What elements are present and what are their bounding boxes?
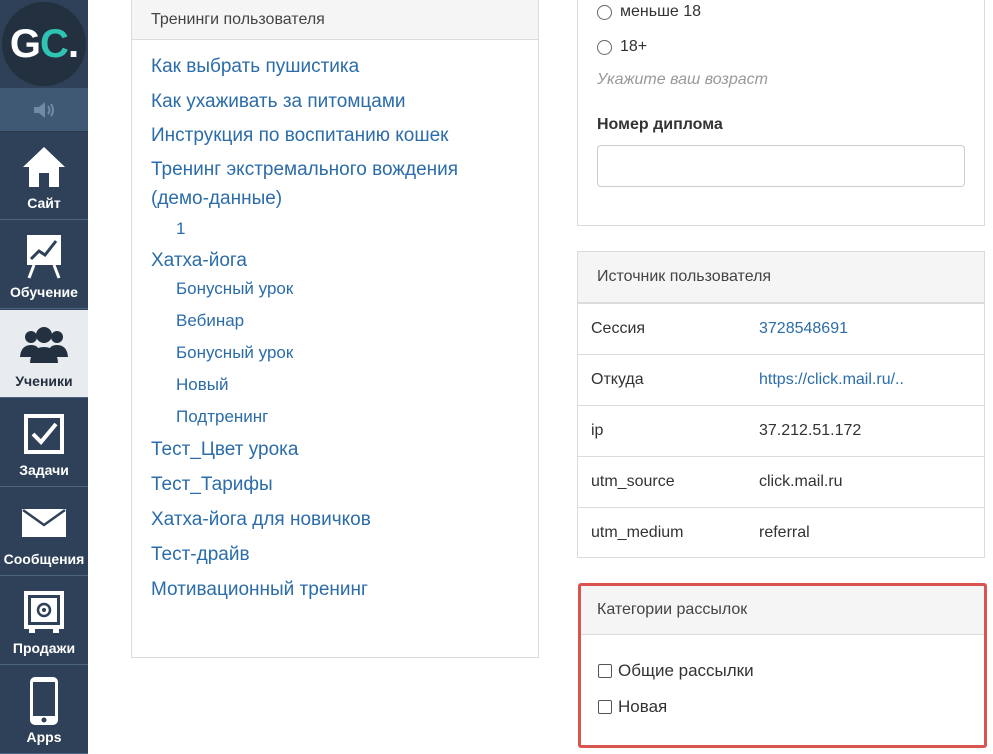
source-value: referral: [759, 524, 810, 541]
panel-title: Тренинги пользователя: [151, 11, 325, 28]
age-option-under-18[interactable]: меньше 18: [597, 3, 701, 21]
sidebar-item-label: Сайт: [27, 195, 61, 211]
source-row-referrer: Откуда https://click.mail.ru/..: [578, 354, 984, 405]
mailing-option-new[interactable]: Новая: [598, 697, 667, 717]
radio-button[interactable]: [597, 39, 612, 55]
age-hint: Укажите ваш возраст: [597, 71, 768, 88]
training-link[interactable]: Хатха-йога: [151, 246, 519, 275]
training-sublink[interactable]: 1: [151, 217, 519, 241]
diploma-label: Номер диплома: [597, 116, 723, 133]
source-value-link[interactable]: https://click.mail.ru/..: [759, 371, 904, 389]
phone-icon: [30, 676, 58, 725]
speaker-icon: [34, 101, 54, 118]
age-option-label: меньше 18: [620, 3, 702, 20]
sidebar-item-messages[interactable]: Сообщения: [0, 488, 88, 576]
source-row-session: Сессия 3728548691: [578, 303, 984, 354]
training-link[interactable]: Тренинг экстремального вождения (демо-да…: [151, 155, 491, 213]
logo-text: GC.: [9, 21, 79, 66]
checkbox-icon: [24, 413, 64, 454]
training-link[interactable]: Тест-драйв: [151, 540, 519, 569]
sidebar-item-label: Задачи: [19, 462, 69, 478]
sidebar-item-label: Обучение: [10, 284, 78, 300]
sidebar-item-training[interactable]: Обучение: [0, 221, 88, 309]
user-trainings-panel: Тренинги пользователя Как выбрать пушист…: [131, 0, 539, 658]
source-key: ip: [591, 422, 604, 439]
source-value: 37.212.51.172: [759, 422, 862, 439]
mailing-option-label: Общие рассылки: [618, 661, 754, 680]
source-key: utm_medium: [591, 524, 684, 541]
training-sublink[interactable]: Новый: [151, 373, 519, 397]
training-sublink[interactable]: Бонусный урок: [151, 341, 519, 365]
mailing-categories-panel: Категории рассылок Общие рассылки Новая: [578, 583, 987, 748]
safe-icon: [24, 590, 64, 633]
sidebar-item-label: Ученики: [15, 373, 73, 389]
panel-header: Тренинги пользователя: [132, 0, 538, 40]
sidebar-item-sales[interactable]: Продажи: [0, 577, 88, 665]
sidebar: GC. Сайт Обучение Ученики Задачи Сообщен…: [0, 0, 88, 754]
training-link[interactable]: Тест_Цвет урока: [151, 435, 519, 464]
training-sublink[interactable]: Вебинар: [151, 309, 519, 333]
diploma-number-input[interactable]: [597, 145, 965, 187]
training-link[interactable]: Инструкция по воспитанию кошек: [151, 121, 519, 150]
source-value: click.mail.ru: [759, 473, 843, 490]
panel-title: Категории рассылок: [597, 601, 748, 618]
user-source-panel: Источник пользователя Сессия 3728548691 …: [577, 251, 985, 558]
panel-title: Источник пользователя: [597, 268, 772, 285]
panel-header: Источник пользователя: [578, 252, 984, 303]
profile-form-panel: меньше 18 18+ Укажите ваш возраст Номер …: [577, 0, 985, 226]
checkbox[interactable]: [598, 664, 612, 678]
logo[interactable]: GC.: [0, 0, 88, 88]
radio-button[interactable]: [597, 4, 612, 20]
sidebar-item-tasks[interactable]: Задачи: [0, 399, 88, 487]
source-row-utm-medium: utm_medium referral: [578, 507, 984, 558]
training-link[interactable]: Как ухаживать за питомцами: [151, 87, 519, 116]
training-link[interactable]: Хатха-йога для новичков: [151, 505, 519, 534]
source-key: Откуда: [591, 371, 644, 388]
sidebar-item-apps[interactable]: Apps: [0, 666, 88, 754]
checkbox[interactable]: [598, 700, 612, 714]
mailing-option-label: Новая: [618, 697, 668, 716]
source-value-link[interactable]: 3728548691: [759, 320, 848, 338]
logo-badge: GC.: [2, 2, 86, 86]
training-link[interactable]: Как выбрать пушистика: [151, 52, 519, 81]
age-option-18-plus[interactable]: 18+: [597, 38, 647, 56]
chart-board-icon: [27, 234, 61, 279]
source-key: Сессия: [591, 320, 646, 337]
training-link[interactable]: Тест_Тарифы: [151, 470, 519, 499]
home-icon: [23, 146, 65, 187]
envelope-icon: [22, 508, 66, 537]
training-link[interactable]: Мотивационный тренинг: [151, 575, 519, 604]
panel-header: Категории рассылок: [581, 586, 984, 635]
training-sublink[interactable]: Бонусный урок: [151, 277, 519, 301]
trainings-list: Как выбрать пушистика Как ухаживать за п…: [132, 40, 538, 604]
sidebar-item-label: Apps: [26, 729, 62, 745]
mailing-option-general[interactable]: Общие рассылки: [598, 661, 754, 681]
source-key: utm_source: [591, 473, 675, 490]
sidebar-item-label: Продажи: [12, 640, 76, 656]
sidebar-item-site[interactable]: Сайт: [0, 132, 88, 220]
users-icon: [20, 326, 68, 363]
source-row-ip: ip 37.212.51.172: [578, 405, 984, 456]
training-sublink[interactable]: Подтренинг: [151, 405, 519, 429]
source-row-utm-source: utm_source click.mail.ru: [578, 456, 984, 507]
age-option-label: 18+: [620, 38, 648, 55]
sidebar-item-students[interactable]: Ученики: [0, 310, 88, 398]
speaker-button[interactable]: [0, 88, 88, 132]
sidebar-item-label: Сообщения: [3, 551, 85, 567]
